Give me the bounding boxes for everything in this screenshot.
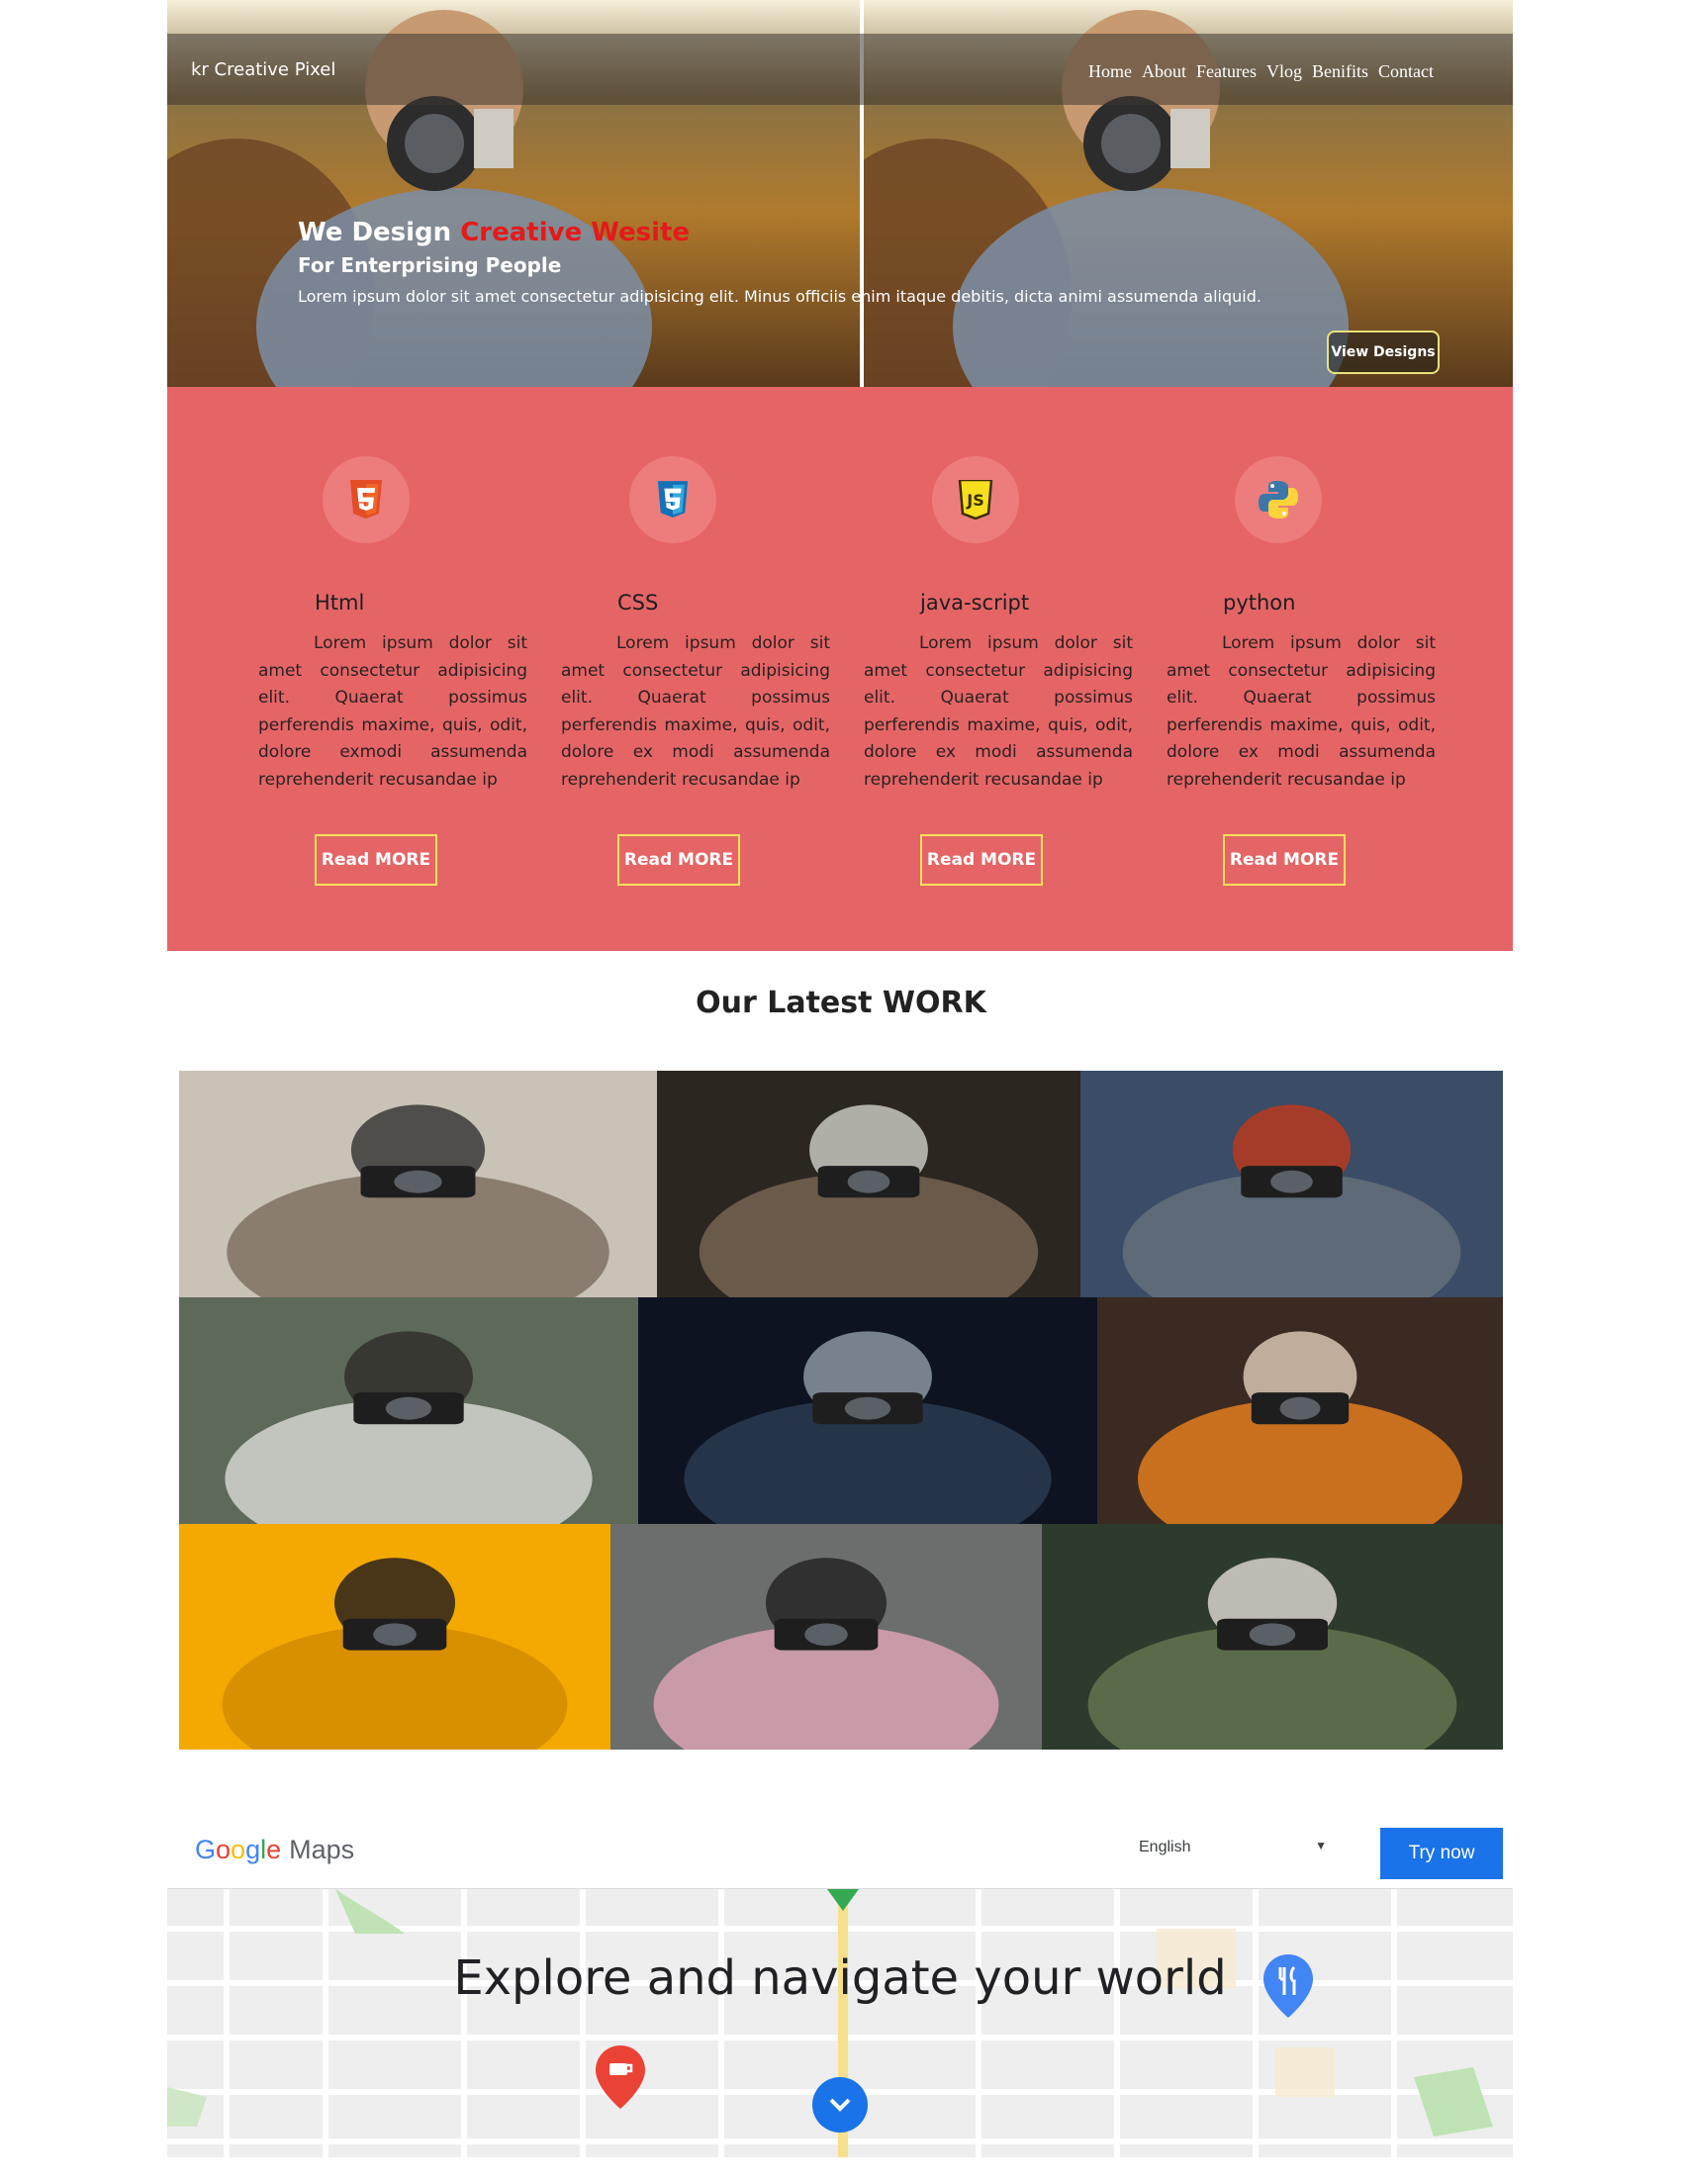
- read-more-button[interactable]: Read MORE: [1223, 834, 1346, 886]
- gallery-photo[interactable]: [179, 1297, 638, 1524]
- nav-link-home[interactable]: Home: [1088, 61, 1132, 82]
- logo-letter: o: [231, 1835, 246, 1864]
- photo-woman-camera-street: [610, 1524, 1042, 1750]
- try-now-button[interactable]: Try now: [1380, 1828, 1503, 1879]
- photo-woman-orange-camera: [1097, 1297, 1503, 1524]
- coffee-pin-icon[interactable]: [596, 2045, 645, 2114]
- gallery-photo[interactable]: [1042, 1524, 1503, 1750]
- maps-header: Google Maps English ▼ Try now: [167, 1813, 1513, 1888]
- features-section: Html Lorem ipsum dolor sit amet consecte…: [167, 387, 1513, 951]
- brand-logo[interactable]: kr Creative Pixel: [191, 59, 335, 80]
- nav-link-contact[interactable]: Contact: [1378, 61, 1434, 82]
- read-more-button[interactable]: Read MORE: [617, 834, 740, 886]
- logo-letter: G: [195, 1835, 217, 1864]
- photo-gimbal-videographer: [179, 1071, 657, 1297]
- photo-woman-camera-forest: [1042, 1524, 1503, 1750]
- language-select[interactable]: English ▼: [1139, 1839, 1327, 1856]
- nav-menu: Home About Features Vlog Benifits Contac…: [1088, 61, 1434, 82]
- navbar: kr Creative Pixel Home About Features Vl…: [167, 34, 1513, 105]
- nav-link-vlog[interactable]: Vlog: [1266, 61, 1302, 82]
- caret-down-icon: ▼: [1315, 1839, 1327, 1852]
- feature-title: Html: [315, 591, 365, 615]
- restaurant-pin-icon[interactable]: [1263, 1954, 1313, 2023]
- hero-section: kr Creative Pixel Home About Features Vl…: [167, 0, 1513, 387]
- photo-woman-hat-yellow: [179, 1524, 610, 1750]
- logo-maps-text: Maps: [289, 1835, 355, 1864]
- css3-icon: [629, 456, 716, 543]
- python-icon: [1235, 456, 1322, 543]
- read-more-button[interactable]: Read MORE: [920, 834, 1043, 886]
- nav-link-features[interactable]: Features: [1196, 61, 1257, 82]
- svg-text:JS: JS: [966, 491, 983, 510]
- feature-title: java-script: [920, 591, 1030, 615]
- feature-description: Lorem ipsum dolor sit amet consectetur a…: [258, 633, 527, 790]
- hero-heading-prefix: We Design: [298, 218, 461, 247]
- gallery-photo[interactable]: [638, 1297, 1097, 1524]
- chevron-down-icon: [829, 2098, 851, 2112]
- language-value: English: [1139, 1839, 1191, 1855]
- feature-description: Lorem ipsum dolor sit amet consectetur a…: [561, 633, 830, 790]
- google-maps-logo[interactable]: Google Maps: [195, 1835, 354, 1865]
- nav-link-benifits[interactable]: Benifits: [1312, 61, 1368, 82]
- logo-letter: e: [266, 1835, 282, 1864]
- logo-letter: o: [216, 1835, 232, 1864]
- logo-letter: g: [245, 1835, 261, 1864]
- page: kr Creative Pixel Home About Features Vl…: [0, 0, 1682, 2184]
- hero-description: Lorem ipsum dolor sit amet consectetur a…: [298, 287, 1262, 306]
- map-preview[interactable]: Explore and navigate your world: [167, 1888, 1513, 2157]
- gallery-photo[interactable]: [1097, 1297, 1503, 1524]
- html5-icon: [323, 456, 410, 543]
- feature-description: Lorem ipsum dolor sit amet consectetur a…: [1167, 633, 1436, 790]
- photo-hand-compass-camera: [179, 1297, 638, 1524]
- gallery-photo[interactable]: [657, 1071, 1080, 1297]
- gallery-photo[interactable]: [1080, 1071, 1503, 1297]
- feature-title: CSS: [617, 591, 659, 615]
- hero-heading: We Design Creative Wesite: [298, 218, 1262, 247]
- nav-link-about[interactable]: About: [1142, 61, 1186, 82]
- hero-text: We Design Creative Wesite For Enterprisi…: [298, 218, 1262, 306]
- feature-description: Lorem ipsum dolor sit amet consectetur a…: [864, 633, 1133, 790]
- javascript-icon: JS: [932, 456, 1019, 543]
- photo-hand-holding-camera-trees: [1080, 1071, 1503, 1297]
- view-designs-button[interactable]: View Designs: [1327, 331, 1440, 374]
- work-gallery: [179, 1071, 1503, 1750]
- feature-title: python: [1223, 591, 1296, 615]
- work-section-title: Our Latest WORK: [696, 986, 986, 1020]
- gallery-photo[interactable]: [610, 1524, 1042, 1750]
- hero-subheading: For Enterprising People: [298, 253, 562, 277]
- photo-dark-woman-camera: [638, 1297, 1097, 1524]
- gallery-photo[interactable]: [179, 1071, 657, 1297]
- photo-woman-vintage-camera: [657, 1071, 1080, 1297]
- scroll-down-button[interactable]: [812, 2077, 868, 2133]
- gallery-photo[interactable]: [179, 1524, 610, 1750]
- hero-heading-accent: Creative Wesite: [460, 218, 691, 247]
- read-more-button[interactable]: Read MORE: [315, 834, 437, 886]
